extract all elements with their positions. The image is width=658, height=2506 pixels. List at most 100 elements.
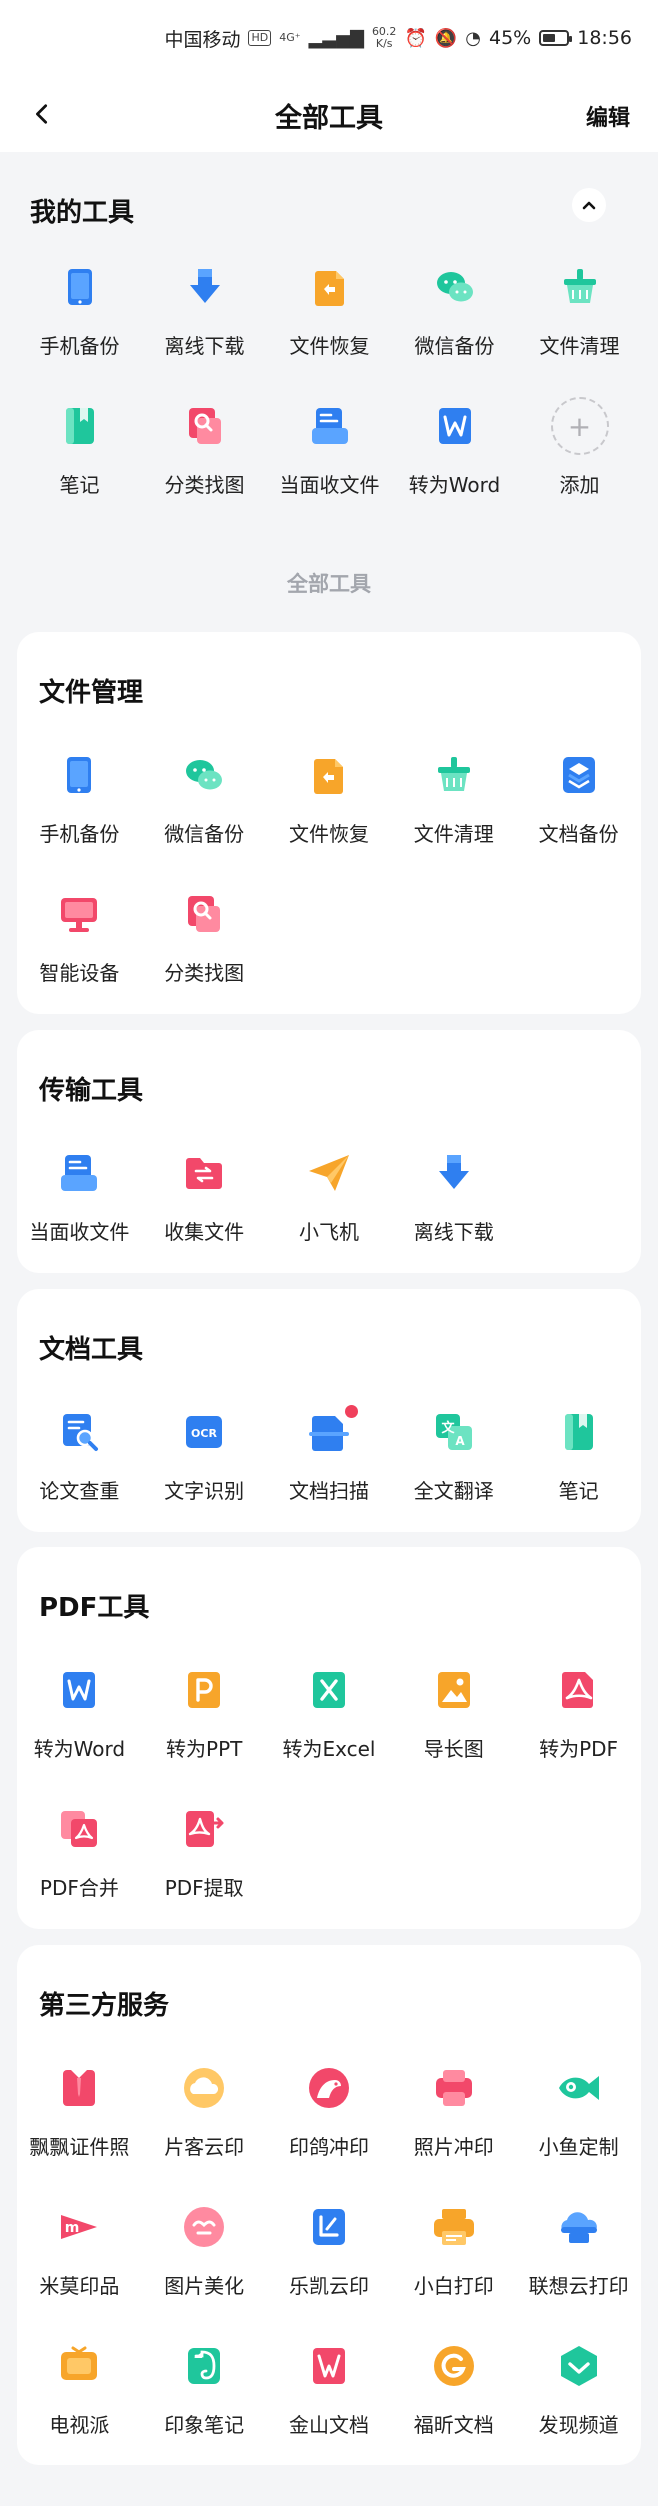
pdf-extract-icon <box>175 1800 233 1858</box>
tool-item[interactable]: 当面收文件 <box>17 1124 142 1263</box>
tool-item[interactable]: 文档扫描 <box>267 1383 392 1522</box>
tool-item[interactable]: 联想云打印 <box>516 2178 641 2317</box>
tool-item[interactable]: 离线下载 <box>142 238 267 377</box>
tool-item[interactable]: 文件恢复 <box>267 238 392 377</box>
tool-label: 文件清理 <box>413 822 494 846</box>
tool-item[interactable]: PDF合并 <box>17 1780 142 1919</box>
tool-item[interactable]: 印鸽冲印 <box>267 2039 392 2178</box>
tool-label: 电视派 <box>49 2413 110 2437</box>
tool-item[interactable]: 当面收文件 <box>267 377 392 516</box>
network-type: 4G⁺ <box>279 31 301 44</box>
long-image-icon <box>425 1661 483 1719</box>
status-bar: 中国移动 HD 4G⁺ ▂▃▅▇ 60.2 K/s ⏰ 🔕 ◔ 45% 18:5… <box>0 0 658 76</box>
tool-item[interactable]: 乐凯云印 <box>267 2178 392 2317</box>
tool-item[interactable]: 笔记 <box>516 1383 641 1522</box>
tool-item[interactable]: 小鱼定制 <box>516 2039 641 2178</box>
tool-item[interactable]: 收集文件 <box>142 1124 267 1263</box>
tool-item[interactable]: 文件清理 <box>517 238 642 377</box>
tool-item[interactable]: 转为Word <box>17 1641 142 1780</box>
page-title: 全部工具 <box>275 103 383 134</box>
ocr-icon: OCR <box>175 1403 233 1461</box>
tool-item[interactable]: 转为PPT <box>142 1641 267 1780</box>
tool-item[interactable]: 转为Excel <box>267 1641 392 1780</box>
nav-bar: 全部工具 编辑 <box>0 76 658 152</box>
tool-item[interactable]: 手机备份 <box>17 238 142 377</box>
cloud-print-icon <box>175 2059 233 2117</box>
signal-icon: ▂▃▅▇ <box>308 27 364 49</box>
wechat-icon <box>175 746 233 804</box>
photo-print-icon <box>425 2059 483 2117</box>
tool-item[interactable]: 论文查重 <box>17 1383 142 1522</box>
tool-item[interactable]: 离线下载 <box>391 1124 516 1263</box>
tool-item[interactable]: 文 A 全文翻译 <box>391 1383 516 1522</box>
clock: 18:56 <box>577 27 632 49</box>
tool-item[interactable]: 笔记 <box>17 377 142 516</box>
notebook-icon <box>51 397 109 455</box>
tool-item[interactable]: 发现频道 <box>516 2317 641 2456</box>
pdf-merge-icon <box>50 1800 108 1858</box>
tool-item[interactable]: 文件恢复 <box>267 726 392 865</box>
tool-label: 照片冲印 <box>413 2135 494 2159</box>
receive-file-icon <box>50 1144 108 1202</box>
wechat-icon <box>426 258 484 316</box>
tool-item[interactable]: + 添加 <box>517 377 642 516</box>
fish-custom-icon <box>550 2059 608 2117</box>
tool-item[interactable]: OCR 文字识别 <box>142 1383 267 1522</box>
tool-label: 转为Word <box>408 473 501 497</box>
svg-text:A: A <box>455 1434 465 1448</box>
tool-item[interactable]: 文件清理 <box>391 726 516 865</box>
tool-item[interactable]: 文档备份 <box>516 726 641 865</box>
image-search-icon <box>175 885 233 943</box>
tool-item[interactable]: 金山文档 <box>267 2317 392 2456</box>
tool-label: 添加 <box>559 473 600 497</box>
tool-item[interactable]: 智能设备 <box>17 865 142 1004</box>
excel-icon <box>300 1661 358 1719</box>
tool-label: 智能设备 <box>39 961 120 985</box>
collapse-button[interactable] <box>572 188 606 222</box>
mute-icon: 🔕 <box>434 27 458 49</box>
tool-item[interactable]: 小白打印 <box>391 2178 516 2317</box>
tool-item[interactable]: 转为PDF <box>516 1641 641 1780</box>
tool-item[interactable]: 片客云印 <box>142 2039 267 2178</box>
tool-item[interactable]: 分类找图 <box>142 377 267 516</box>
tool-label: 小白打印 <box>413 2274 494 2298</box>
tool-item[interactable]: 小飞机 <box>267 1124 392 1263</box>
tool-item[interactable]: 分类找图 <box>142 865 267 1004</box>
image-beautify-icon <box>175 2198 233 2256</box>
tool-item[interactable]: 转为Word <box>392 377 517 516</box>
file-restore-icon <box>301 258 359 316</box>
edit-button[interactable]: 编辑 <box>586 100 630 132</box>
tool-label: 手机备份 <box>39 822 120 846</box>
tool-label: 分类找图 <box>164 473 245 497</box>
tool-item[interactable]: 微信备份 <box>142 726 267 865</box>
speed-unit: K/s <box>375 37 393 50</box>
carrier-name: 中国移动 <box>164 28 241 51</box>
cleaner-basket-icon <box>551 258 609 316</box>
tool-item[interactable]: 照片冲印 <box>391 2039 516 2178</box>
tool-item[interactable]: m 米莫印品 <box>17 2178 142 2317</box>
tool-item[interactable]: 福昕文档 <box>391 2317 516 2456</box>
tool-label: PDF提取 <box>164 1876 244 1900</box>
tool-label: 发现频道 <box>538 2413 619 2437</box>
svg-text:OCR: OCR <box>191 1427 217 1440</box>
card-title: 文档工具 <box>39 1335 144 1365</box>
tool-item[interactable]: 电视派 <box>17 2317 142 2456</box>
tool-label: 转为PPT <box>166 1737 243 1761</box>
tool-item[interactable]: 导长图 <box>391 1641 516 1780</box>
tool-item[interactable]: 手机备份 <box>17 726 142 865</box>
lucky-print-icon <box>300 2198 358 2256</box>
tool-label: 小鱼定制 <box>538 2135 619 2159</box>
image-search-icon <box>176 397 234 455</box>
notebook-icon <box>550 1403 608 1461</box>
tool-item[interactable]: 飘飘证件照 <box>17 2039 142 2178</box>
tool-label: 文件清理 <box>539 334 620 358</box>
tool-item[interactable]: 印象笔记 <box>142 2317 267 2456</box>
tool-item[interactable]: 图片美化 <box>142 2178 267 2317</box>
tool-item[interactable]: 微信备份 <box>392 238 517 377</box>
alarm-icon: ⏰ <box>404 27 427 49</box>
tool-label: 福昕文档 <box>413 2413 494 2437</box>
collect-folder-icon <box>175 1144 233 1202</box>
tool-item[interactable]: PDF提取 <box>142 1780 267 1919</box>
mimo-print-icon: m <box>50 2198 108 2256</box>
battery-percent: 45% <box>489 27 532 49</box>
